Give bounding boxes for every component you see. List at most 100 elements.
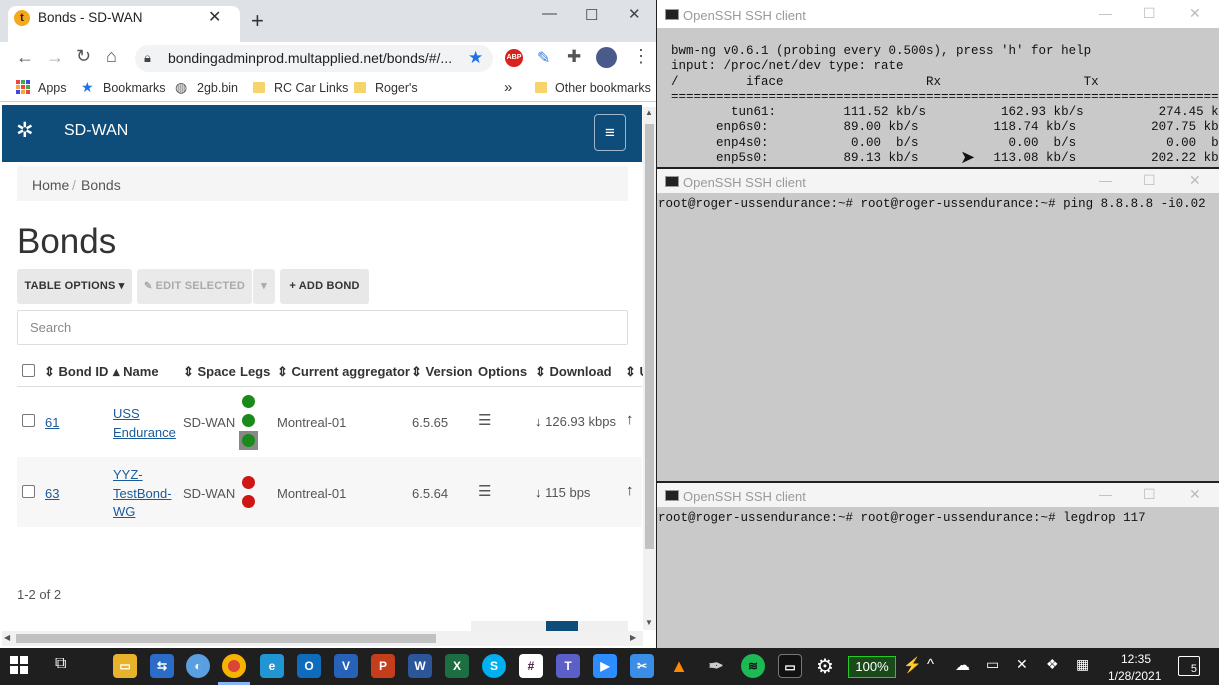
row-checkbox[interactable]	[22, 485, 35, 498]
bookmark-2gb[interactable]: 2gb.bin	[197, 81, 238, 95]
tray-chevron-icon[interactable]: ^	[927, 656, 934, 673]
leg-status-dot[interactable]	[242, 395, 255, 408]
bookmark-star-icon[interactable]: ★	[468, 48, 483, 68]
col-version[interactable]: ⇕ Version	[411, 364, 472, 380]
bond-name-link[interactable]: TestBond-	[113, 486, 172, 501]
file-explorer-icon[interactable]: ▭	[113, 654, 137, 678]
extension-pen-icon[interactable]: ✎	[537, 48, 550, 68]
maximize-icon[interactable]: ☐	[1143, 5, 1156, 22]
terminal-titlebar[interactable]: OpenSSH SSH client ― ☐ ✕	[657, 169, 1219, 193]
battery-meter[interactable]: 100%	[848, 656, 896, 678]
edit-dropdown-icon[interactable]: ▾	[253, 269, 275, 304]
bookmark-rc-car-links[interactable]: RC Car Links	[274, 81, 348, 95]
scroll-up-icon[interactable]: ▲	[645, 108, 653, 117]
hamburger-menu-icon[interactable]: ≡	[594, 114, 626, 151]
network-app-icon[interactable]: ⇆	[150, 654, 174, 678]
clock-date[interactable]: 1/28/2021	[1108, 669, 1161, 683]
add-bond-button[interactable]: + ADD BOND	[280, 269, 369, 304]
maximize-icon[interactable]: ☐	[1143, 486, 1156, 503]
options-list-icon[interactable]: ☰	[478, 411, 491, 429]
col-download[interactable]: ⇕ Download	[535, 364, 612, 380]
task-view-icon[interactable]: ⧉	[55, 655, 66, 673]
vertical-scroll-thumb[interactable]	[645, 124, 654, 549]
onedrive-icon[interactable]: ☁	[955, 656, 970, 674]
settings-gear-icon[interactable]: ⚙	[816, 654, 834, 679]
teams-icon[interactable]: T	[556, 654, 580, 678]
excel-icon[interactable]: X	[445, 654, 469, 678]
scroll-right-icon[interactable]: ▶	[630, 633, 636, 642]
telegram-like-icon[interactable]: e	[260, 654, 284, 678]
terminal-app-icon[interactable]: ▭	[778, 654, 802, 678]
browser-app-icon[interactable]: ◐	[186, 654, 210, 678]
bond-id-link[interactable]: 61	[45, 415, 59, 430]
brand-name[interactable]: SD-WAN	[64, 122, 128, 140]
visio-icon[interactable]: V	[334, 654, 358, 678]
spotify-icon[interactable]: ≋	[741, 654, 765, 678]
notification-center-icon[interactable]: 5	[1178, 656, 1200, 676]
close-icon[interactable]: ✕	[1189, 486, 1201, 503]
leg-status-dot[interactable]	[242, 495, 255, 508]
slack-icon[interactable]: #	[519, 654, 543, 678]
reload-icon[interactable]: ↻	[76, 46, 91, 67]
zoom-icon[interactable]: ▶	[593, 654, 617, 678]
bond-name-link[interactable]: USS	[113, 406, 140, 421]
lock-icon[interactable]: 🔒︎	[144, 50, 151, 66]
edit-selected-button[interactable]: ✎ EDIT SELECTED	[137, 269, 252, 304]
dropbox-icon[interactable]: ❖	[1046, 656, 1059, 673]
battery-icon[interactable]: ▭	[986, 656, 999, 673]
col-current-aggregator[interactable]: ⇕ Current aggregator	[277, 364, 410, 380]
skype-icon[interactable]: S	[482, 654, 506, 678]
horizontal-scroll-thumb[interactable]	[16, 634, 436, 643]
ssh-window-bwm[interactable]: OpenSSH SSH client ― ☐ ✕ bwm-ng v0.6.1 (…	[657, 0, 1219, 167]
leg-status-dot[interactable]	[242, 476, 255, 489]
chrome-icon[interactable]	[222, 654, 246, 678]
close-tab-icon[interactable]: ✕	[208, 7, 221, 27]
ssh-window-legdrop[interactable]: OpenSSH SSH client ― ☐ ✕ root@roger-usse…	[657, 483, 1219, 648]
terminal-titlebar[interactable]: OpenSSH SSH client ― ☐ ✕	[657, 0, 1219, 28]
scroll-down-icon[interactable]: ▼	[645, 618, 653, 627]
col-bond-id[interactable]: ⇕ Bond ID	[44, 364, 108, 380]
other-bookmarks[interactable]: Other bookmarks	[555, 81, 651, 95]
bond-name-link[interactable]: YYZ-	[113, 467, 143, 482]
terminal-titlebar[interactable]: OpenSSH SSH client ― ☐ ✕	[657, 483, 1219, 507]
leg-status-dot[interactable]	[242, 414, 255, 427]
col-space[interactable]: ⇕ Space	[183, 364, 236, 380]
close-icon[interactable]: ✕	[1189, 172, 1201, 189]
bookmark-apps[interactable]: Apps	[38, 81, 67, 95]
back-icon[interactable]: ←	[16, 47, 34, 68]
table-options-button[interactable]: TABLE OPTIONS ▾	[17, 269, 132, 304]
search-input[interactable]: Search	[17, 310, 628, 345]
leg-status-dot[interactable]	[242, 434, 255, 447]
minimize-icon[interactable]: ―	[1099, 6, 1112, 21]
minimize-icon[interactable]: ―	[1099, 487, 1112, 502]
clock-time[interactable]: 12:35	[1121, 652, 1151, 666]
start-windows-icon[interactable]	[10, 656, 28, 674]
close-icon[interactable]: ✕	[1189, 5, 1201, 22]
maximize-icon[interactable]: ☐	[585, 6, 598, 24]
snipping-icon[interactable]: ✂	[630, 654, 654, 678]
minimize-icon[interactable]: ―	[542, 5, 557, 22]
close-window-icon[interactable]: ✕	[628, 5, 641, 23]
volume-muted-icon[interactable]: ✕	[1016, 656, 1028, 673]
page-button-active[interactable]	[546, 621, 578, 631]
ssh-window-ping[interactable]: OpenSSH SSH client ― ☐ ✕ root@roger-usse…	[657, 169, 1219, 481]
breadcrumb-home[interactable]: Home	[32, 177, 69, 193]
home-icon[interactable]: ⌂	[106, 46, 117, 67]
bookmark-rogers[interactable]: Roger's	[375, 81, 418, 95]
menu-kebab-icon[interactable]: ⋮	[632, 46, 650, 67]
bond-name-link[interactable]: Endurance	[113, 425, 176, 440]
outlook-icon[interactable]: O	[297, 654, 321, 678]
profile-avatar[interactable]	[596, 47, 617, 68]
scroll-left-icon[interactable]: ◀	[4, 633, 10, 642]
options-list-icon[interactable]: ☰	[478, 482, 491, 500]
minimize-icon[interactable]: ―	[1099, 173, 1112, 188]
forward-icon[interactable]: →	[46, 47, 64, 68]
select-all-checkbox[interactable]	[22, 364, 35, 377]
bond-name-link[interactable]: WG	[113, 504, 135, 519]
plug-icon[interactable]: ⚡	[903, 656, 922, 674]
app-logo-icon[interactable]: ✲	[16, 118, 34, 143]
row-checkbox[interactable]	[22, 414, 35, 427]
extensions-puzzle-icon[interactable]: ✚	[567, 47, 581, 67]
pen-tool-icon[interactable]: ✒	[704, 654, 728, 678]
bond-id-link[interactable]: 63	[45, 486, 59, 501]
